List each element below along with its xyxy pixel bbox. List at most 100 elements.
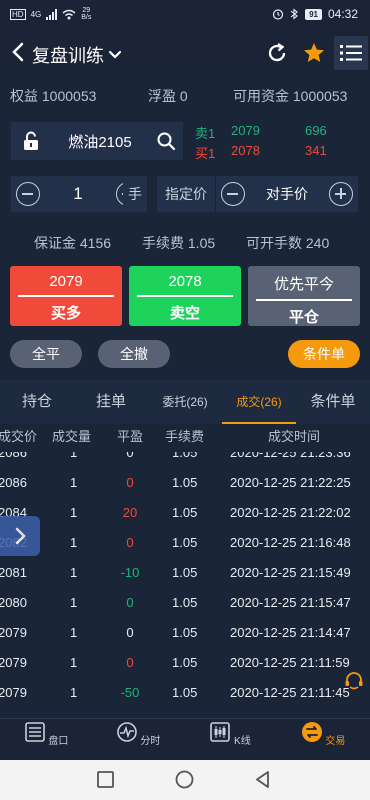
signal-icon	[46, 8, 58, 20]
title-dropdown[interactable]: 复盘训练	[32, 42, 122, 68]
close-position-button[interactable]: 优先平今 平仓	[248, 266, 360, 326]
table-row[interactable]: 2079 1 0 1.05 2020-12-25 21:14:47	[0, 625, 370, 655]
price-decrease-button[interactable]	[216, 182, 250, 206]
tab-pending[interactable]: 挂单	[74, 380, 148, 424]
col-fee: 手续费	[165, 429, 205, 444]
close-position-label: 平仓	[288, 308, 319, 326]
table-row[interactable]: 2081 1 -10 1.05 2020-12-25 21:15:49	[0, 565, 370, 595]
tab-bar: 持仓 挂单 委托(26) 成交(26) 条件单	[0, 380, 370, 424]
table-row[interactable]: 2082101.052020-12-25 21:16:48	[0, 535, 370, 565]
recent-apps-icon[interactable]	[97, 771, 114, 788]
nav-timeshare[interactable]: 分时	[108, 721, 168, 747]
equity-label: 权益 1000053	[10, 88, 97, 104]
table-row[interactable]: 2086 1 0 1.05 2020-12-25 21:23:36	[0, 452, 370, 475]
nav-trade[interactable]: 交易	[293, 721, 353, 747]
cell-time: 2020-12-25 21:15:49	[230, 565, 351, 580]
contract-selector[interactable]: 燃油2105	[11, 122, 183, 160]
cell-qty: 1	[70, 475, 78, 490]
price-mode-value[interactable]: 对手价	[250, 184, 324, 204]
table-row[interactable]: 2079 1 0 1.05 2020-12-25 21:11:59	[0, 655, 370, 685]
cell-pnl: -50	[120, 685, 140, 700]
bid-price: 2078	[231, 143, 260, 158]
ask-price: 2079	[231, 123, 260, 138]
customer-service-icon[interactable]	[343, 670, 365, 692]
cell-pnl: 20	[122, 505, 138, 520]
cell-fee: 1.05	[172, 452, 198, 460]
refresh-button[interactable]	[260, 36, 294, 70]
system-navigation-bar	[0, 760, 370, 800]
col-qty: 成交量	[52, 429, 92, 444]
wifi-icon	[62, 9, 76, 19]
nav-order-book-label: 盘口	[48, 736, 69, 747]
side-expand-button[interactable]	[0, 516, 40, 556]
table-row[interactable]: 2084 1 20 1.05 2020-12-25 21:22:02	[0, 505, 370, 535]
nav-kline[interactable]: K线	[200, 721, 260, 747]
cell-fee: 1.05	[172, 505, 198, 520]
tab-orders[interactable]: 委托(26)	[148, 380, 222, 424]
cell-pnl: 0	[126, 475, 134, 490]
cell-pnl: 0	[126, 535, 134, 550]
sell-price: 2078	[168, 273, 202, 290]
nav-kline-label: K线	[234, 736, 251, 747]
cell-qty: 1	[70, 625, 78, 640]
price-type-button[interactable]: 指定价	[157, 176, 215, 212]
trades-table-body: 2086 1 0 1.05 2020-12-25 21:23:36 2086 1 0 1.05 2…	[0, 452, 370, 718]
cell-qty: 1	[70, 452, 78, 460]
search-icon	[157, 132, 176, 151]
back-triangle-icon[interactable]	[254, 770, 271, 789]
cell-time: 2020-12-25 21:11:45	[230, 685, 350, 700]
star-icon	[304, 43, 324, 62]
table-row[interactable]: 2080 1 0 1.05 2020-12-25 21:15:47	[0, 595, 370, 625]
table-row[interactable]: 2079 1 -50 1.05 2020-12-25 21:11:45	[0, 685, 370, 715]
nav-trade-label: 交易	[325, 736, 346, 747]
cell-price: 2079	[0, 655, 27, 670]
cell-qty: 1	[70, 595, 78, 610]
cell-fee: 1.05	[172, 625, 198, 640]
cell-price: 2079	[0, 685, 27, 700]
cell-time: 2020-12-25 21:11:59	[230, 655, 350, 670]
fee-label: 手续费 1.05	[142, 235, 216, 251]
minus-icon	[16, 182, 40, 206]
tab-trades[interactable]: 成交(26)	[222, 380, 296, 424]
cell-fee: 1.05	[172, 655, 198, 670]
home-icon[interactable]	[175, 770, 194, 789]
conditional-order-button[interactable]: 条件单	[288, 340, 360, 368]
back-arrow-icon[interactable]	[8, 40, 30, 64]
cell-fee: 1.05	[172, 565, 198, 580]
close-priority: 优先平今	[273, 276, 334, 293]
table-row[interactable]: 2086 1 0 1.05 2020-12-25 21:22:25	[0, 475, 370, 505]
price-increase-button[interactable]	[324, 182, 358, 206]
cell-price: 2080	[0, 595, 27, 610]
favorite-button[interactable]	[297, 36, 331, 70]
lock-button[interactable]	[11, 131, 51, 151]
buy-price: 2079	[49, 273, 83, 290]
alarm-icon	[272, 9, 284, 20]
nav-order-book[interactable]: 盘口	[16, 721, 76, 747]
chevron-right-icon	[15, 527, 26, 545]
quantity-value[interactable]: 1	[45, 184, 111, 204]
cell-pnl: 0	[126, 595, 134, 610]
sell-short-button[interactable]: 2078 卖空	[129, 266, 241, 326]
bid-volume: 341	[305, 143, 327, 158]
search-button[interactable]	[149, 131, 183, 151]
network-type: 4G	[30, 9, 42, 19]
tab-positions[interactable]: 持仓	[0, 380, 74, 424]
cancel-all-button[interactable]: 全撤	[98, 340, 170, 368]
sell-short-label: 卖空	[169, 304, 200, 322]
timeshare-icon	[116, 722, 137, 742]
refresh-icon	[268, 43, 286, 62]
network-speed: 29 B/s	[81, 7, 92, 21]
float-pnl-label: 浮盈 0	[148, 88, 188, 104]
close-all-button[interactable]: 全平	[10, 340, 82, 368]
cell-pnl: 0	[126, 452, 134, 460]
available-funds-label: 可用资金 1000053	[233, 88, 348, 104]
buy-long-button[interactable]: 2079 买多	[10, 266, 122, 326]
tab-conditional[interactable]: 条件单	[296, 380, 370, 424]
col-price: 成交价	[0, 429, 38, 444]
quantity-decrease-button[interactable]	[11, 182, 45, 206]
menu-button[interactable]	[334, 36, 368, 70]
plus-icon	[329, 182, 353, 206]
can-open-label: 可开手数 240	[246, 235, 330, 251]
cell-time: 2020-12-25 21:22:25	[230, 475, 351, 490]
cell-pnl: 0	[126, 625, 134, 640]
